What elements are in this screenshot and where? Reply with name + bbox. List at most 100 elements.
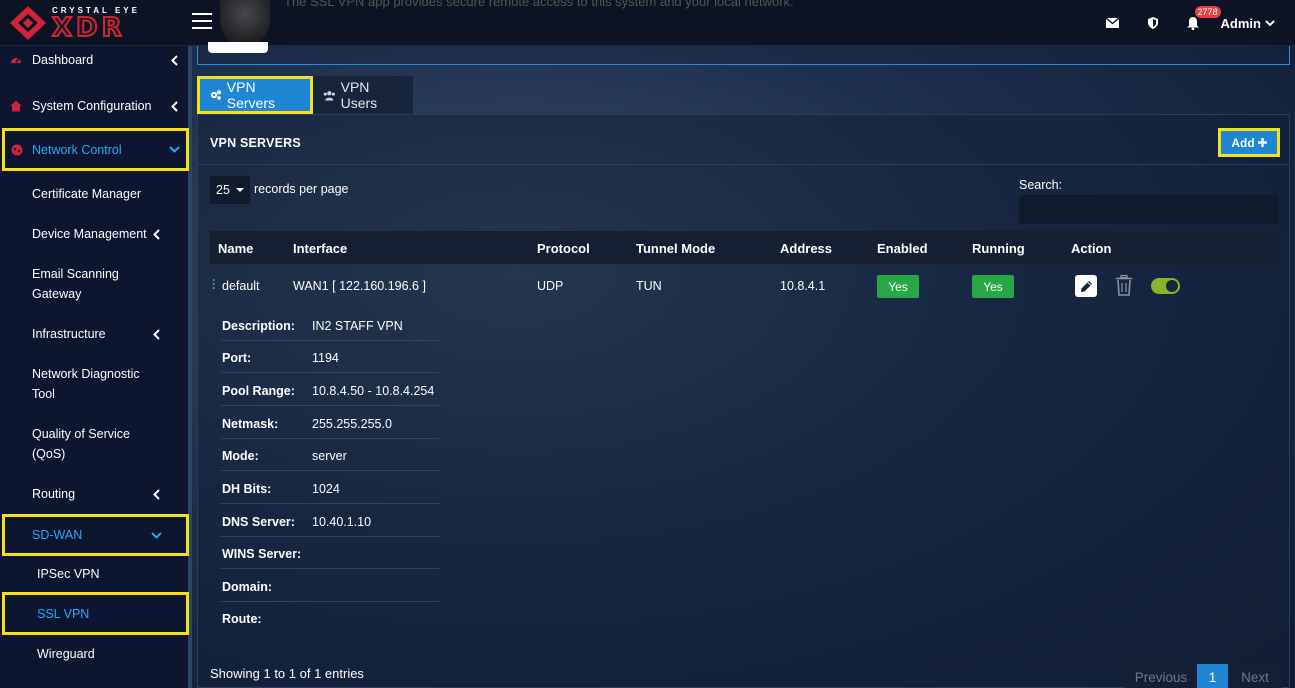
menu-toggle-icon[interactable] xyxy=(192,13,212,31)
expand-details-icon[interactable]: · · · xyxy=(212,274,216,294)
bell-icon[interactable]: 2778 xyxy=(1173,0,1221,46)
mail-icon[interactable] xyxy=(1093,0,1133,46)
detail-netmask: Netmask: 255.255.255.0 xyxy=(221,407,439,439)
column-header-running[interactable]: Running xyxy=(972,241,1025,256)
dashboard-icon xyxy=(11,58,21,63)
detail-dns-server: DNS Server: 10.40.1.10 xyxy=(221,505,439,537)
sidebar-item-routing[interactable]: Routing xyxy=(0,484,188,504)
sidebar-item-label: Routing xyxy=(32,487,76,501)
sidebar-item-ipsec-vpn[interactable]: IPSec VPN xyxy=(0,564,188,584)
tab-vpn-users[interactable]: VPN Users xyxy=(313,76,413,114)
sidebar-item-network-diagnostic-tool[interactable]: Network Diagnostic Tool xyxy=(0,364,188,404)
sidebar-item-dashboard[interactable]: Dashboard xyxy=(0,50,188,70)
search-input[interactable] xyxy=(1019,195,1279,224)
shield-icon[interactable] xyxy=(1133,0,1173,46)
sidebar-item-certificate-manager[interactable]: Certificate Manager xyxy=(0,184,188,204)
sidebar-item-sd-wan[interactable]: SD-WAN xyxy=(2,514,189,556)
previous-page-button[interactable]: Previous xyxy=(1125,664,1197,688)
sidebar-item-label: Email Scanning Gateway xyxy=(32,267,119,301)
detail-pool-range: Pool Range: 10.8.4.50 - 10.8.4.254 xyxy=(221,374,439,406)
detail-value: 1024 xyxy=(312,482,340,496)
sidebar-item-label: Infrastructure xyxy=(32,327,106,341)
pencil-icon xyxy=(1080,280,1092,292)
add-button[interactable]: Add xyxy=(1218,128,1280,157)
enable-toggle[interactable] xyxy=(1151,278,1180,294)
detail-route: Route: xyxy=(221,602,439,634)
cell-address: 10.8.4.1 xyxy=(780,279,826,293)
panel-header: VPN SERVERS Add xyxy=(198,115,1289,165)
delete-button[interactable] xyxy=(1115,274,1133,299)
app-icon xyxy=(220,0,270,46)
detail-key: Route: xyxy=(222,612,262,626)
header-actions: 2778 Admin xyxy=(1093,0,1275,46)
pagination: Previous 1 Next xyxy=(1125,664,1282,688)
sidebar-item-ssl-vpn[interactable]: SSL VPN xyxy=(2,592,189,635)
cell-protocol: UDP xyxy=(537,279,564,293)
column-header-tunnel-mode[interactable]: Tunnel Mode xyxy=(636,241,715,256)
detail-key: WINS Server: xyxy=(222,547,302,561)
detail-dh-bits: DH Bits: 1024 xyxy=(221,472,439,504)
column-header-name[interactable]: Name xyxy=(218,241,253,256)
detail-description: Description: IN2 STAFF VPN xyxy=(221,309,439,341)
user-menu[interactable]: Admin xyxy=(1221,16,1275,31)
sidebar-item-label: Dashboard xyxy=(32,53,94,67)
add-button-label: Add xyxy=(1231,135,1255,150)
sidebar-item-system-configuration[interactable]: System Configuration xyxy=(0,96,188,116)
caret-down-icon xyxy=(236,188,244,192)
notification-badge: 2778 xyxy=(1194,6,1221,18)
column-header-protocol[interactable]: Protocol xyxy=(537,241,590,256)
sidebar: Dashboard System Configuration Network C… xyxy=(0,46,192,688)
enabled-badge: Yes xyxy=(877,275,919,298)
detail-value: 1194 xyxy=(312,351,339,365)
search-label: Search: xyxy=(1019,178,1063,192)
records-per-page-select[interactable]: 25 xyxy=(210,176,250,204)
entries-info: Showing 1 to 1 of 1 entries xyxy=(210,666,364,681)
edit-button[interactable] xyxy=(1075,275,1097,297)
tab-vpn-servers[interactable]: VPN Servers xyxy=(197,76,313,114)
sidebar-item-label: System Configuration xyxy=(32,99,152,113)
column-header-address[interactable]: Address xyxy=(780,241,832,256)
detail-key: Netmask: xyxy=(222,417,279,431)
chevron-left-icon xyxy=(153,228,160,240)
chevron-left-icon xyxy=(153,488,160,500)
top-bar: CRYSTAL EYE XDR The SSL VPN app provides… xyxy=(0,0,1295,46)
sidebar-item-network-control[interactable]: Network Control xyxy=(2,128,189,171)
column-header-enabled[interactable]: Enabled xyxy=(877,241,928,256)
page-1-button[interactable]: 1 xyxy=(1197,664,1228,688)
trash-icon xyxy=(1116,274,1132,296)
detail-key: Port: xyxy=(222,351,252,365)
detail-key: DH Bits: xyxy=(222,482,272,496)
sidebar-item-infrastructure[interactable]: Infrastructure xyxy=(0,324,188,344)
table-header: Name Interface Protocol Tunnel Mode Addr… xyxy=(210,231,1279,264)
app-info-card xyxy=(197,42,1290,65)
next-page-button[interactable]: Next xyxy=(1228,664,1282,688)
chevron-down-icon xyxy=(169,146,180,153)
logo[interactable]: CRYSTAL EYE XDR xyxy=(6,4,166,42)
column-header-interface[interactable]: Interface xyxy=(293,241,347,256)
user-name: Admin xyxy=(1220,15,1261,31)
sidebar-item-email-scanning-gateway[interactable]: Email Scanning Gateway xyxy=(0,264,188,304)
panel-title: VPN SERVERS xyxy=(210,136,301,150)
detail-port: Port: 1194 xyxy=(221,341,439,373)
plus-icon xyxy=(1257,138,1267,147)
detail-wins-server: WINS Server: xyxy=(221,537,439,569)
running-badge: Yes xyxy=(972,275,1014,298)
sidebar-item-label: Certificate Manager xyxy=(32,187,142,201)
cell-tunnel-mode: TUN xyxy=(636,279,662,293)
detail-value: IN2 STAFF VPN xyxy=(312,319,403,333)
sidebar-item-wireguard[interactable]: Wireguard xyxy=(0,644,188,664)
app-action-button[interactable] xyxy=(208,42,268,53)
sidebar-item-label: IPSec VPN xyxy=(37,567,100,581)
logo-icon xyxy=(10,6,46,40)
detail-mode: Mode: server xyxy=(221,439,439,471)
sidebar-item-label: Network Control xyxy=(32,142,122,157)
detail-key: Domain: xyxy=(222,580,272,594)
detail-key: Mode: xyxy=(222,449,259,463)
sidebar-item-label: Network Diagnostic Tool xyxy=(32,367,140,401)
sidebar-item-qos[interactable]: Quality of Service (QoS) xyxy=(0,424,188,464)
sidebar-item-label: SSL VPN xyxy=(37,606,90,621)
network-icon xyxy=(11,144,23,155)
users-icon xyxy=(323,90,335,100)
sidebar-item-device-management[interactable]: Device Management xyxy=(0,224,188,244)
detail-domain: Domain: xyxy=(221,570,439,602)
